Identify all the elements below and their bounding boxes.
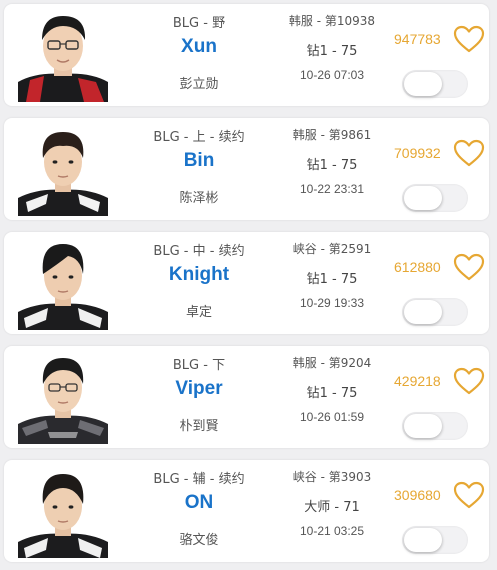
server-rank: 韩服 - 第9204	[292, 356, 372, 370]
player-name[interactable]: Bin	[138, 150, 260, 172]
heart-outline-icon[interactable]	[452, 24, 486, 54]
last-update-time: 10-26 07:03	[299, 68, 365, 82]
team-role-label: BLG - 上 - 续约	[153, 130, 245, 145]
score-value: 612880	[394, 259, 441, 275]
player-avatar	[18, 238, 108, 330]
server-rank: 峡谷 - 第3903	[292, 470, 372, 484]
score-value: 429218	[394, 373, 441, 389]
team-role-label: BLG - 下	[172, 358, 226, 373]
player-info: BLG - 下 Viper 朴到賢	[138, 346, 260, 448]
player-avatar	[18, 10, 108, 102]
player-info: BLG - 野 Xun 彭立勋	[138, 4, 260, 106]
team-role-label: BLG - 野	[172, 16, 226, 31]
score-value: 709932	[394, 145, 441, 161]
heart-outline-icon[interactable]	[452, 480, 486, 510]
toggle-knob	[404, 414, 442, 438]
player-real-name: 朴到賢	[179, 419, 219, 434]
player-card: BLG - 野 Xun 彭立勋 韩服 - 第10938 钻1 - 75 10-2…	[4, 4, 489, 106]
tier-points: 钻1 - 75	[306, 386, 358, 401]
rank-info: 韩服 - 第9861 钻1 - 75 10-22 23:31	[272, 118, 392, 220]
last-update-time: 10-29 19:33	[299, 296, 365, 310]
follow-toggle[interactable]	[402, 298, 468, 326]
follow-toggle[interactable]	[402, 184, 468, 212]
last-update-time: 10-22 23:31	[299, 182, 365, 196]
last-update-time: 10-21 03:25	[299, 524, 365, 538]
follow-toggle[interactable]	[402, 526, 468, 554]
toggle-knob	[404, 72, 442, 96]
tier-points: 钻1 - 75	[306, 272, 358, 287]
toggle-knob	[404, 528, 442, 552]
player-card: BLG - 中 - 续约 Knight 卓定 峡谷 - 第2591 钻1 - 7…	[4, 232, 489, 334]
heart-outline-icon[interactable]	[452, 366, 486, 396]
player-real-name: 陈泽彬	[179, 191, 219, 206]
player-name[interactable]: Knight	[138, 264, 260, 286]
player-info: BLG - 辅 - 续约 ON 骆文俊	[138, 460, 260, 562]
follow-toggle[interactable]	[402, 70, 468, 98]
tier-points: 大师 - 71	[304, 500, 360, 515]
toggle-knob	[404, 186, 442, 210]
rank-info: 韩服 - 第9204 钻1 - 75 10-26 01:59	[272, 346, 392, 448]
player-card: BLG - 上 - 续约 Bin 陈泽彬 韩服 - 第9861 钻1 - 75 …	[4, 118, 489, 220]
tier-points: 钻1 - 75	[306, 158, 358, 173]
follow-toggle[interactable]	[402, 412, 468, 440]
player-name[interactable]: Viper	[138, 378, 260, 400]
toggle-knob	[404, 300, 442, 324]
server-rank: 峡谷 - 第2591	[292, 242, 372, 256]
player-info: BLG - 中 - 续约 Knight 卓定	[138, 232, 260, 334]
server-rank: 韩服 - 第10938	[288, 14, 376, 28]
player-info: BLG - 上 - 续约 Bin 陈泽彬	[138, 118, 260, 220]
server-rank: 韩服 - 第9861	[292, 128, 372, 142]
player-avatar	[18, 352, 108, 444]
player-real-name: 骆文俊	[179, 533, 219, 548]
player-list: BLG - 野 Xun 彭立勋 韩服 - 第10938 钻1 - 75 10-2…	[0, 0, 497, 570]
player-name[interactable]: Xun	[138, 36, 260, 58]
rank-info: 韩服 - 第10938 钻1 - 75 10-26 07:03	[272, 4, 392, 106]
team-role-label: BLG - 辅 - 续约	[153, 472, 245, 487]
player-card: BLG - 辅 - 续约 ON 骆文俊 峡谷 - 第3903 大师 - 71 1…	[4, 460, 489, 562]
heart-outline-icon[interactable]	[452, 252, 486, 282]
last-update-time: 10-26 01:59	[299, 410, 365, 424]
player-name[interactable]: ON	[138, 492, 260, 514]
rank-info: 峡谷 - 第3903 大师 - 71 10-21 03:25	[272, 460, 392, 562]
team-role-label: BLG - 中 - 续约	[153, 244, 245, 259]
player-avatar	[18, 466, 108, 558]
player-real-name: 彭立勋	[179, 77, 219, 92]
player-avatar	[18, 124, 108, 216]
score-value: 309680	[394, 487, 441, 503]
tier-points: 钻1 - 75	[306, 44, 358, 59]
rank-info: 峡谷 - 第2591 钻1 - 75 10-29 19:33	[272, 232, 392, 334]
heart-outline-icon[interactable]	[452, 138, 486, 168]
score-value: 947783	[394, 31, 441, 47]
player-real-name: 卓定	[185, 305, 212, 320]
player-card: BLG - 下 Viper 朴到賢 韩服 - 第9204 钻1 - 75 10-…	[4, 346, 489, 448]
